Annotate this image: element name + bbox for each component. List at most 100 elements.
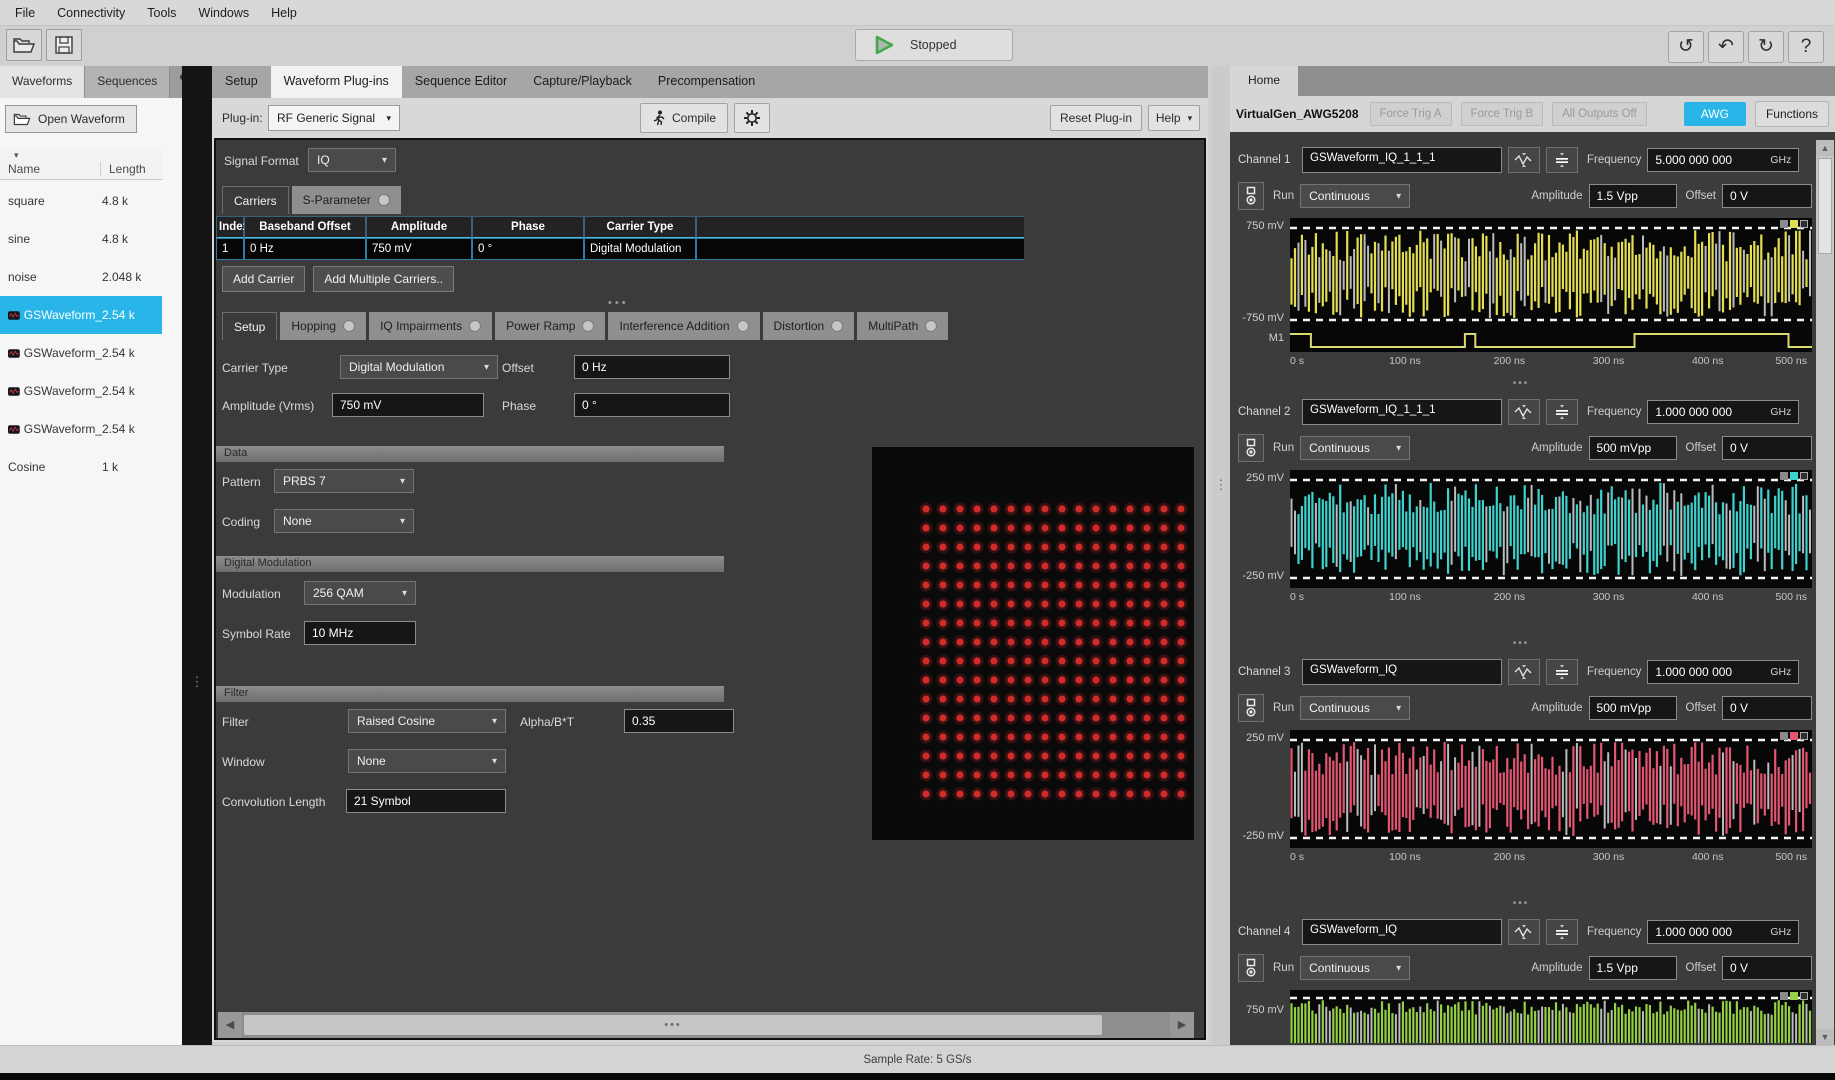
carrier-type-dropdown[interactable]: Digital Modulation▾ (340, 355, 498, 379)
help-button[interactable]: Help▾ (1148, 105, 1200, 131)
cell-baseband-offset[interactable]: 0 Hz (244, 238, 366, 260)
waveform-scale-icon[interactable] (1508, 659, 1540, 685)
convolution-length-field[interactable]: 21 Symbol (346, 789, 506, 813)
tab-setup[interactable]: Setup (212, 66, 271, 98)
subtab-power-ramp[interactable]: Power Ramp (495, 312, 605, 340)
open-waveform-button[interactable]: Open Waveform (5, 105, 137, 133)
help-icon[interactable]: ? (1788, 31, 1824, 63)
column-amplitude[interactable]: Amplitude (366, 216, 472, 238)
tab-capture-playback[interactable]: Capture/Playback (520, 66, 645, 98)
modulation-dropdown[interactable]: 256 QAM▾ (304, 581, 416, 605)
tab-sequences[interactable]: Sequences (85, 66, 170, 98)
add-multiple-carriers-button[interactable]: Add Multiple Carriers.. (313, 266, 454, 292)
output-toggle-icon[interactable] (1238, 694, 1264, 722)
menu-tools[interactable]: Tools (136, 2, 187, 24)
undo-icon[interactable]: ↶ (1708, 31, 1744, 63)
scrollbar-thumb[interactable]: ••• (244, 1015, 1102, 1035)
offset-level-icon[interactable] (1546, 659, 1578, 685)
coding-dropdown[interactable]: None▾ (274, 509, 414, 533)
filter-caret-icon[interactable]: ▾ (14, 150, 19, 161)
run-mode-dropdown[interactable]: Continuous▾ (1300, 436, 1410, 460)
add-carrier-button[interactable]: Add Carrier (222, 266, 305, 292)
amplitude-field[interactable]: 1.5 Vpp (1589, 184, 1677, 208)
menu-file[interactable]: File (4, 2, 46, 24)
button-force-trig-a[interactable]: Force Trig A (1370, 102, 1452, 126)
offset-level-icon[interactable] (1546, 919, 1578, 945)
cell-phase[interactable]: 0 ° (472, 238, 584, 260)
list-item[interactable]: GSWaveform_2.54 k (0, 334, 162, 372)
list-item[interactable]: GSWaveform_2.54 k (0, 410, 162, 448)
filter-dropdown[interactable]: Raised Cosine▾ (348, 709, 506, 733)
reset-plugin-button[interactable]: Reset Plug-in (1050, 105, 1142, 131)
list-item[interactable]: sine4.8 k (0, 220, 162, 258)
panel-splitter[interactable]: ⋮ (1212, 66, 1230, 1045)
symbol-rate-field[interactable]: 10 MHz (304, 621, 416, 645)
waveform-scale-icon[interactable] (1508, 919, 1540, 945)
frequency-field[interactable]: 5.000 000 000GHz (1647, 148, 1799, 172)
frequency-field[interactable]: 1.000 000 000GHz (1647, 920, 1799, 944)
horizontal-scrollbar[interactable]: ◀ ••• ▶ (218, 1012, 1194, 1038)
tab-s-parameter[interactable]: S-Parameter (292, 186, 401, 214)
waveform-name-field[interactable]: GSWaveform_IQ (1302, 919, 1502, 945)
tab-sequence-editor[interactable]: Sequence Editor (402, 66, 520, 98)
list-item[interactable]: GSWaveform_2.54 k (0, 296, 162, 334)
awg-button[interactable]: AWG (1684, 102, 1746, 126)
menu-help[interactable]: Help (260, 2, 308, 24)
scrollbar-thumb[interactable] (1818, 158, 1832, 254)
history-icon[interactable]: ↺ (1668, 31, 1704, 63)
menu-connectivity[interactable]: Connectivity (46, 2, 136, 24)
subtab-multipath[interactable]: MultiPath (857, 312, 948, 340)
open-file-button[interactable] (6, 29, 42, 61)
refresh-icon[interactable]: ↻ (1748, 31, 1784, 63)
run-mode-dropdown[interactable]: Continuous▾ (1300, 696, 1410, 720)
cell-amplitude[interactable]: 750 mV (366, 238, 472, 260)
cell-index[interactable]: 1 (216, 238, 244, 260)
scroll-right-icon[interactable]: ▶ (1170, 1012, 1194, 1038)
output-toggle-icon[interactable] (1238, 182, 1264, 210)
compile-button[interactable]: Compile (640, 103, 728, 133)
subtab-interference-addition[interactable]: Interference Addition (608, 312, 759, 340)
tab-home[interactable]: Home (1230, 66, 1298, 96)
column-length[interactable]: Length (100, 162, 146, 176)
offset-level-icon[interactable] (1546, 399, 1578, 425)
output-toggle-icon[interactable] (1238, 434, 1264, 462)
phase-field[interactable]: 0 ° (574, 393, 730, 417)
offset-field[interactable]: 0 V (1722, 956, 1812, 980)
button-force-trig-b[interactable]: Force Trig B (1461, 102, 1544, 126)
tab-precompensation[interactable]: Precompensation (645, 66, 768, 98)
waveform-name-field[interactable]: GSWaveform_IQ (1302, 659, 1502, 685)
waveform-scale-icon[interactable] (1508, 147, 1540, 173)
button-all-outputs-off[interactable]: All Outputs Off (1552, 102, 1647, 126)
subtab-setup[interactable]: Setup (222, 312, 277, 340)
functions-button[interactable]: Functions (1755, 101, 1829, 127)
list-item[interactable]: noise2.048 k (0, 258, 162, 296)
save-button[interactable] (46, 29, 82, 61)
vertical-scrollbar[interactable]: ▲ ▼ (1816, 140, 1834, 1045)
offset-field[interactable]: 0 Hz (574, 355, 730, 379)
cell-carrier-type[interactable]: Digital Modulation (584, 238, 696, 260)
list-header[interactable]: ▾ Name Length (0, 150, 162, 180)
amplitude-field[interactable]: 750 mV (332, 393, 484, 417)
waveform-name-field[interactable]: GSWaveform_IQ_1_1_1 (1302, 147, 1502, 173)
alpha-field[interactable]: 0.35 (624, 709, 734, 733)
offset-level-icon[interactable] (1546, 147, 1578, 173)
waveform-scale-icon[interactable] (1508, 399, 1540, 425)
subtab-distortion[interactable]: Distortion (763, 312, 855, 340)
subtab-hopping[interactable]: Hopping (280, 312, 366, 340)
waveform-name-field[interactable]: GSWaveform_IQ_1_1_1 (1302, 399, 1502, 425)
subtab-iq-impairments[interactable]: IQ Impairments (369, 312, 492, 340)
channel-splitter-grip[interactable]: ••• (1230, 898, 1812, 909)
output-toggle-icon[interactable] (1238, 954, 1264, 982)
menu-windows[interactable]: Windows (187, 2, 260, 24)
scroll-left-icon[interactable]: ◀ (218, 1012, 242, 1038)
tab-waveforms[interactable]: Waveforms (0, 66, 85, 98)
signal-format-dropdown[interactable]: IQ▾ (308, 148, 396, 172)
frequency-field[interactable]: 1.000 000 000GHz (1647, 660, 1799, 684)
table-row[interactable]: 10 Hz750 mV0 °Digital Modulation (216, 238, 1024, 260)
divider-grip[interactable]: ⋮ (182, 678, 212, 685)
list-item[interactable]: Cosine1 k (0, 448, 162, 486)
tab-waveform-plug-ins[interactable]: Waveform Plug-ins (271, 66, 402, 98)
offset-field[interactable]: 0 V (1722, 436, 1812, 460)
panel-divider[interactable]: ⋮ (182, 66, 212, 1045)
pattern-dropdown[interactable]: PRBS 7▾ (274, 469, 414, 493)
